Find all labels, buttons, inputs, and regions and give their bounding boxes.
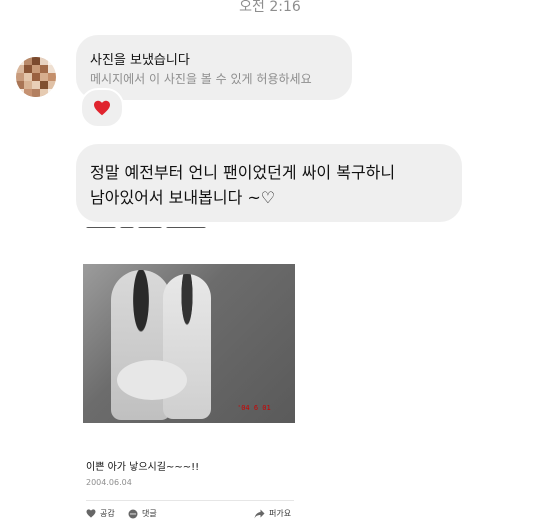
cutoff-post-title	[86, 216, 228, 228]
heart-reaction[interactable]	[80, 88, 124, 128]
photo-figure	[163, 274, 211, 419]
message-text: 정말 예전부터 언니 팬이었던게 싸이 복구하니 남아있어서 보내봅니다 ~♡	[90, 163, 396, 207]
heart-outline-icon	[86, 509, 96, 518]
post-photo[interactable]: '04 6 01	[83, 264, 295, 423]
message-timestamp: 오전 2:16	[239, 0, 301, 15]
shared-photo-subtitle: 메시지에서 이 사진을 볼 수 있게 허용하세요	[90, 72, 312, 86]
share-arrow-icon	[254, 509, 265, 518]
post-caption: 이쁜 아가 낳으시길~~~!!	[86, 462, 200, 473]
post-date: 2004.06.04	[86, 478, 132, 487]
shared-photo-title: 사진을 보냈습니다	[90, 53, 190, 68]
post-actions: 공감 댓글 퍼가요	[86, 508, 296, 524]
comment-label: 댓글	[142, 509, 157, 518]
avatar[interactable]	[16, 57, 56, 97]
comment-icon	[128, 509, 138, 518]
share-button[interactable]: 퍼가요	[254, 508, 291, 519]
like-label: 공감	[100, 509, 115, 518]
heart-icon	[94, 100, 110, 116]
photo-detail	[117, 360, 187, 400]
like-button[interactable]: 공감	[86, 508, 115, 519]
shared-photo-bubble[interactable]: 사진을 보냈습니다 메시지에서 이 사진을 볼 수 있게 허용하세요	[76, 35, 352, 100]
comment-button[interactable]: 댓글	[128, 508, 157, 519]
divider	[86, 500, 294, 501]
message-bubble[interactable]: 정말 예전부터 언니 팬이었던게 싸이 복구하니 남아있어서 보내봅니다 ~♡	[76, 144, 462, 222]
share-label: 퍼가요	[269, 509, 292, 518]
photo-date-stamp: '04 6 01	[237, 404, 271, 412]
